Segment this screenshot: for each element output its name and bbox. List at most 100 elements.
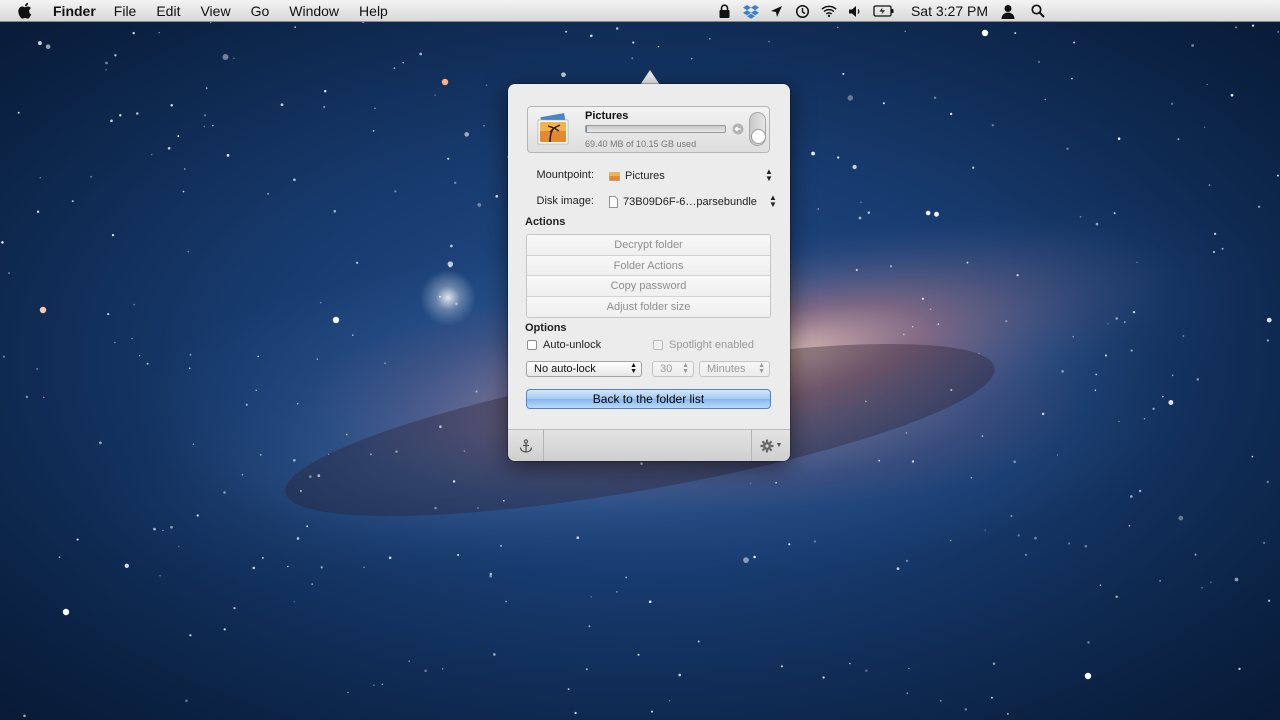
popover-arrow <box>640 70 660 85</box>
anchor-button[interactable] <box>508 430 544 461</box>
star <box>475 390 478 393</box>
star <box>1251 455 1254 458</box>
star <box>911 460 915 463</box>
copy-password-button[interactable]: Copy password <box>527 276 770 297</box>
star <box>1266 480 1269 484</box>
star <box>1159 579 1162 582</box>
star <box>1010 514 1013 518</box>
star <box>158 31 160 34</box>
menu-file[interactable]: File <box>114 3 137 19</box>
mountpoint-popup[interactable]: Pictures ▲ ▼ <box>609 168 773 183</box>
star <box>110 119 113 123</box>
star <box>241 474 244 476</box>
spotlight-checkbox-row[interactable]: Spotlight enabled <box>653 339 754 351</box>
star <box>178 546 180 548</box>
star <box>184 168 186 170</box>
menu-window[interactable]: Window <box>289 3 339 19</box>
wifi-icon[interactable] <box>821 3 837 19</box>
bright-star <box>39 306 47 314</box>
dropbox-icon[interactable] <box>742 3 759 19</box>
spotlight-search-icon[interactable] <box>1030 3 1046 19</box>
star <box>929 308 932 311</box>
star <box>424 669 427 673</box>
star <box>1194 553 1197 556</box>
star <box>970 476 973 479</box>
star <box>585 668 588 671</box>
star <box>950 388 953 392</box>
star <box>632 41 635 44</box>
spotlight-checkbox[interactable] <box>653 340 663 350</box>
gear-icon: ▼ <box>760 439 782 453</box>
star <box>1182 335 1185 337</box>
star <box>972 166 975 169</box>
star <box>223 491 226 494</box>
star <box>477 203 482 207</box>
star <box>852 164 857 170</box>
star <box>223 628 226 631</box>
star <box>257 355 260 358</box>
lock-icon[interactable] <box>717 3 733 19</box>
lock-toggle[interactable] <box>749 112 766 146</box>
star <box>1095 373 1098 376</box>
star <box>323 89 327 93</box>
lock-unit-select[interactable]: Minutes ▲ ▼ <box>699 361 770 377</box>
star <box>937 323 940 325</box>
star <box>1068 542 1071 545</box>
star <box>1129 495 1133 498</box>
star <box>990 696 993 699</box>
star <box>210 21 212 24</box>
menu-help[interactable]: Help <box>359 3 388 19</box>
star <box>114 341 116 344</box>
star <box>1203 126 1206 129</box>
mountpoint-value: Pictures <box>625 170 665 182</box>
menu-go[interactable]: Go <box>251 3 270 19</box>
star <box>105 61 108 65</box>
volume-icon[interactable] <box>847 3 863 19</box>
menu-clock[interactable]: Sat 3:27 PM <box>911 3 988 19</box>
bright-star <box>981 29 989 37</box>
menu-view[interactable]: View <box>200 3 230 19</box>
lock-amount-stepper[interactable]: 30 ▲ ▼ <box>652 361 694 377</box>
location-icon[interactable] <box>769 3 785 19</box>
star <box>2 355 5 358</box>
star <box>590 596 592 598</box>
star <box>261 556 264 559</box>
star <box>921 297 925 300</box>
reveal-arrow-icon[interactable] <box>732 123 744 135</box>
star <box>502 499 505 502</box>
disk-image-popup[interactable]: 73B09D6F-6…parsebundle ▲ ▼ <box>609 194 777 209</box>
star <box>146 362 149 365</box>
gear-menu-button[interactable]: ▼ <box>751 430 790 461</box>
decrypt-folder-button[interactable]: Decrypt folder <box>527 235 770 256</box>
star <box>280 103 284 107</box>
star <box>1072 335 1075 338</box>
star <box>1115 595 1118 599</box>
user-icon[interactable] <box>1000 3 1016 19</box>
star <box>188 367 191 370</box>
star <box>565 30 568 33</box>
auto-unlock-checkbox[interactable] <box>527 340 537 350</box>
star <box>966 261 969 264</box>
menu-app-finder[interactable]: Finder <box>53 3 96 19</box>
star <box>463 450 466 452</box>
back-to-folder-list-button[interactable]: Back to the folder list <box>526 389 771 409</box>
folder-actions-button[interactable]: Folder Actions <box>527 255 770 276</box>
auto-lock-select[interactable]: No auto-lock ▲ ▼ <box>526 361 642 377</box>
adjust-folder-size-button[interactable]: Adjust folder size <box>527 296 770 317</box>
apple-menu-icon[interactable] <box>17 2 37 19</box>
star <box>648 600 652 604</box>
menu-edit[interactable]: Edit <box>156 3 180 19</box>
star <box>159 574 161 577</box>
time-machine-icon[interactable] <box>795 3 811 19</box>
auto-unlock-checkbox-row[interactable]: Auto-unlock <box>527 339 601 351</box>
star <box>447 157 450 160</box>
pictures-folder-icon <box>536 113 570 147</box>
star <box>292 458 296 462</box>
star <box>439 425 442 428</box>
battery-icon[interactable] <box>873 3 895 19</box>
star <box>1262 541 1266 545</box>
star <box>323 105 326 109</box>
star <box>99 441 102 445</box>
star <box>940 700 942 702</box>
star <box>1017 534 1020 537</box>
